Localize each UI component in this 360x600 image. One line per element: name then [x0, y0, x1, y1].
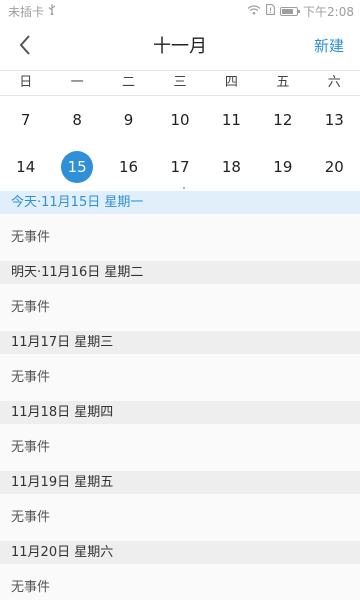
day-header: 11月18日 星期四	[0, 401, 360, 424]
date-number: 17	[170, 158, 190, 176]
title-bar: 十一月 新建	[0, 22, 360, 68]
date-cell[interactable]: 14	[0, 145, 51, 189]
week-row: 7 8 9 10 11 12 13	[0, 98, 360, 142]
date-cell[interactable]: 7	[0, 98, 51, 142]
date-number: 11	[221, 111, 241, 129]
date-cell[interactable]: 19	[257, 145, 308, 189]
day-header: 11月20日 星期六	[0, 541, 360, 564]
weekday-label: 六	[327, 75, 341, 90]
clock-text: 下午2:08	[303, 4, 354, 19]
date-cell-today[interactable]: 15	[51, 145, 102, 189]
back-button[interactable]	[10, 30, 40, 60]
day-events[interactable]: 无事件	[0, 214, 360, 261]
event-list[interactable]: 今天·11月15日 星期一 无事件 明天·11月16日 星期二 无事件 11月1…	[0, 191, 360, 600]
date-number: 16	[119, 158, 139, 176]
usb-icon	[48, 4, 56, 18]
weekday-label: 四	[224, 75, 238, 90]
day-header-today: 今天·11月15日 星期一	[0, 191, 360, 214]
day-header: 11月19日 星期五	[0, 471, 360, 494]
week-row: 14 15 16 17 18 19 20	[0, 145, 360, 189]
date-number: 18	[221, 158, 241, 176]
day-events[interactable]: 无事件	[0, 424, 360, 471]
today-date-number: 15	[61, 151, 94, 183]
wifi-icon	[247, 4, 261, 18]
date-cell[interactable]: 10	[154, 98, 205, 142]
carrier-text: 未插卡	[8, 4, 45, 19]
date-cell[interactable]: 20	[309, 145, 360, 189]
date-number: 7	[20, 111, 31, 129]
day-header: 11月17日 星期三	[0, 331, 360, 354]
day-events[interactable]: 无事件	[0, 284, 360, 331]
weekday-label: 五	[276, 75, 290, 90]
battery-icon	[280, 6, 301, 16]
date-number: 20	[324, 158, 344, 176]
status-left: 未插卡	[8, 3, 56, 20]
battery-fill	[282, 8, 294, 14]
new-button[interactable]: 新建	[314, 35, 344, 56]
date-number: 8	[72, 111, 82, 129]
date-number: 9	[123, 111, 134, 129]
drag-handle[interactable]	[183, 187, 185, 189]
day-events[interactable]: 无事件	[0, 354, 360, 401]
date-cell[interactable]: 18	[206, 145, 257, 189]
day-events[interactable]: 无事件	[0, 494, 360, 541]
weekday-label: 一	[70, 75, 84, 90]
date-cell[interactable]: 13	[309, 98, 360, 142]
date-cell[interactable]: 17	[154, 145, 205, 189]
date-cell[interactable]: 12	[257, 98, 308, 142]
date-number: 13	[324, 111, 344, 129]
date-cell[interactable]: 16	[103, 145, 154, 189]
date-number: 19	[273, 158, 293, 176]
weekday-label: 日	[19, 75, 33, 90]
chevron-left-icon	[19, 35, 30, 55]
day-events[interactable]: 无事件	[0, 564, 360, 600]
day-header: 明天·11月16日 星期二	[0, 261, 360, 284]
date-cell[interactable]: 11	[206, 98, 257, 142]
date-cell[interactable]: 8	[51, 98, 102, 142]
date-number: 10	[170, 111, 190, 129]
date-number: 12	[273, 111, 293, 129]
status-right: 下午2:08	[247, 3, 354, 20]
weekday-row: 日 一 二 三 四 五 六	[0, 70, 360, 96]
sim-icon	[266, 4, 275, 18]
weekday-label: 二	[122, 75, 136, 90]
weekday-label: 三	[173, 75, 187, 90]
date-cell[interactable]: 9	[103, 98, 154, 142]
page-title: 十一月	[153, 36, 207, 57]
status-bar: 未插卡 下午2:08	[0, 0, 360, 22]
date-number: 14	[16, 158, 36, 176]
